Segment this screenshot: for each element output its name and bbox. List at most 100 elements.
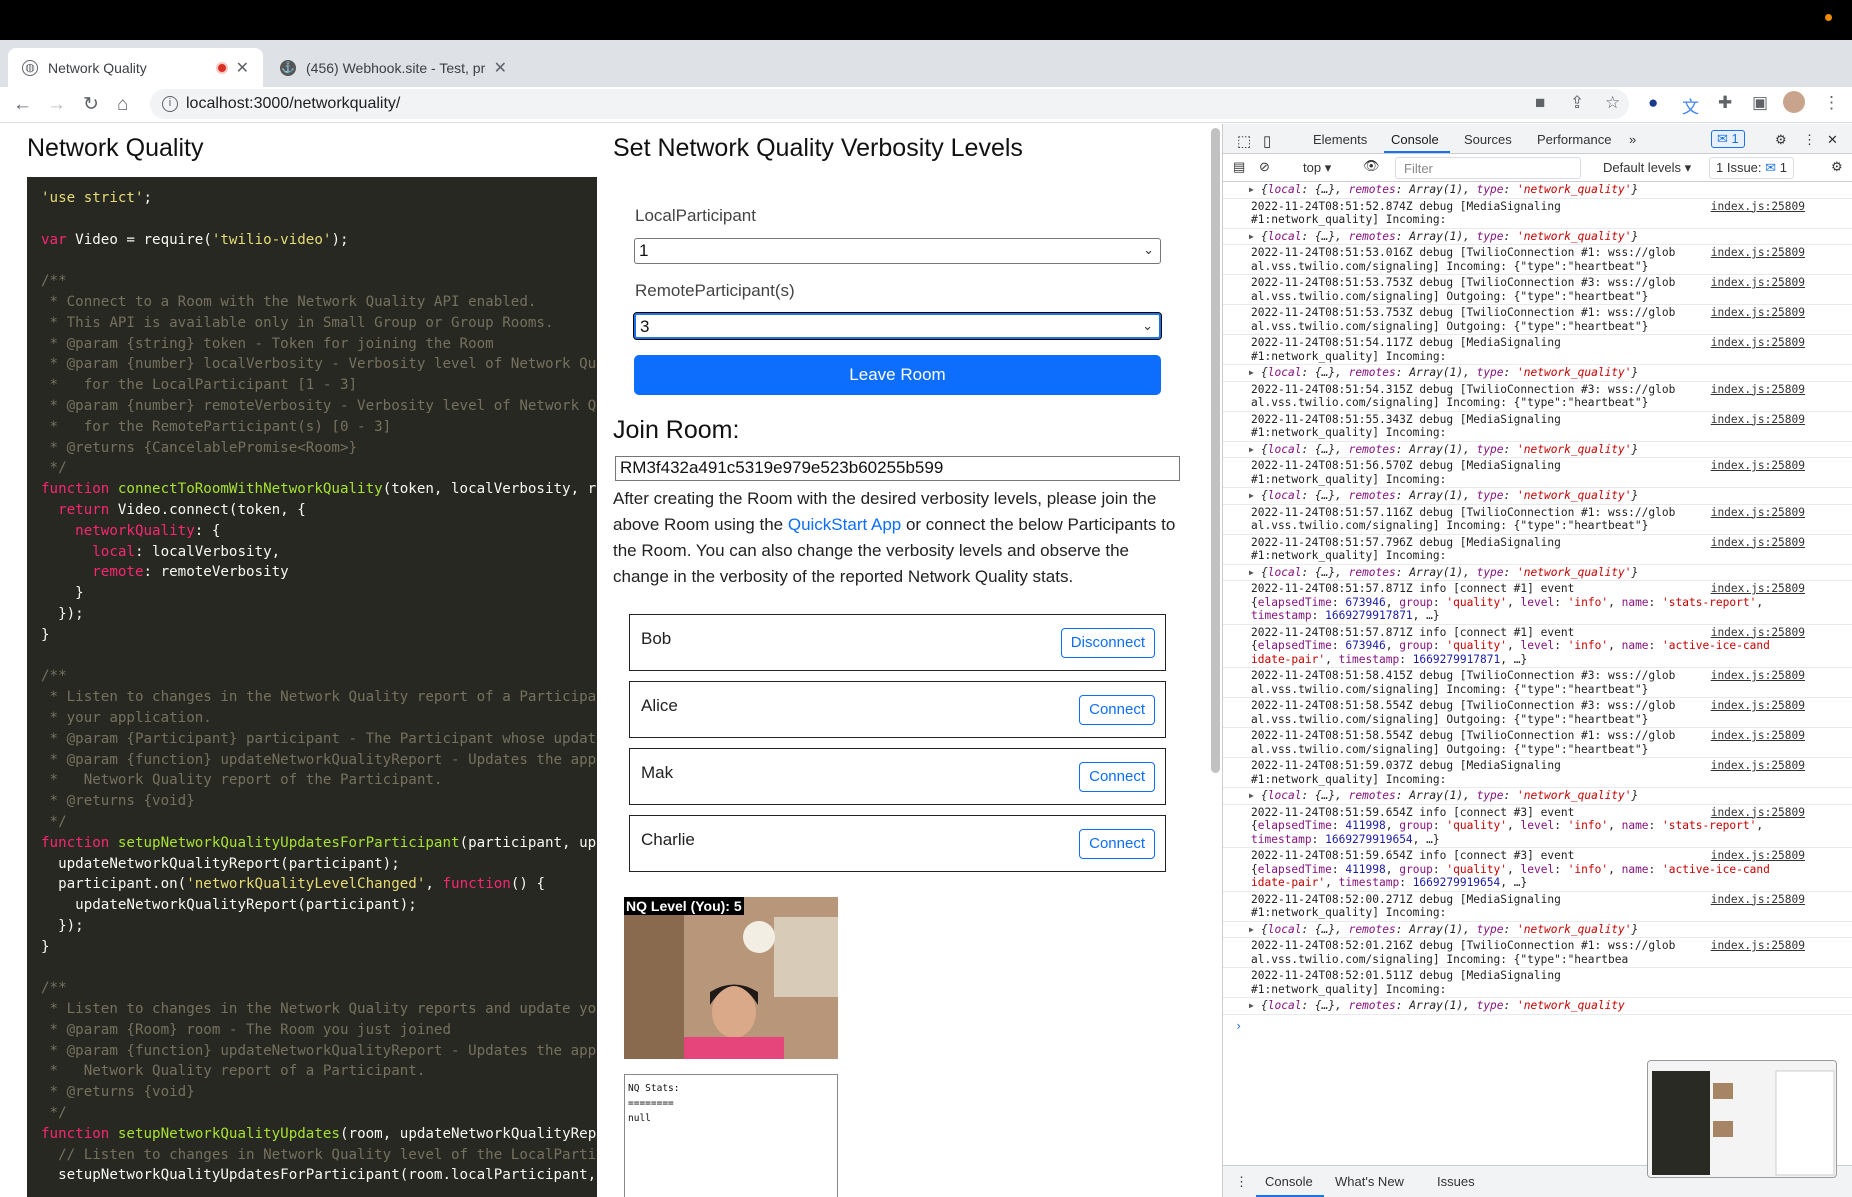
console-prompt-icon[interactable]: › — [1223, 1015, 1852, 1037]
context-select[interactable]: top ▾ — [1303, 160, 1331, 176]
source-link[interactable]: index.js:25809 — [1711, 413, 1805, 427]
screenshot-thumbnail[interactable] — [1647, 1060, 1837, 1178]
console-entry[interactable]: 2022-11-24T08:51:54.117Z debug [MediaSig… — [1223, 335, 1852, 365]
drawer-tab-console[interactable]: Console — [1265, 1174, 1313, 1189]
source-link[interactable]: index.js:25809 — [1711, 306, 1805, 320]
console-entry[interactable]: 2022-11-24T08:51:53.753Z debug [TwilioCo… — [1223, 275, 1852, 305]
console-entry[interactable]: ▶ {local: {…}, remotes: Array(1), type: '… — [1223, 442, 1852, 458]
source-link[interactable]: index.js:25809 — [1711, 276, 1805, 290]
kebab-menu-icon[interactable]: ⋮ — [1803, 132, 1816, 148]
console-entry[interactable]: ▶ {local: {…}, remotes: Array(1), type: '… — [1223, 998, 1852, 1015]
inspect-icon[interactable]: ⬚ — [1237, 132, 1251, 150]
connect-button[interactable]: Connect — [1079, 695, 1155, 725]
drawer-tab-whats-new[interactable]: What's New — [1335, 1174, 1404, 1189]
camera-icon[interactable]: ■ — [1535, 93, 1545, 113]
avatar[interactable] — [1783, 91, 1805, 113]
forward-icon[interactable]: → — [47, 93, 66, 117]
source-link[interactable]: index.js:25809 — [1711, 626, 1805, 640]
local-verbosity-select[interactable]: 1 ⌄ — [634, 238, 1161, 264]
connect-button[interactable]: Connect — [1079, 762, 1155, 792]
filter-input[interactable]: Filter — [1395, 157, 1581, 179]
expand-arrow-icon[interactable]: ▶ — [1249, 789, 1254, 803]
source-link[interactable]: index.js:25809 — [1711, 506, 1805, 520]
tab-network-quality[interactable]: ◍ Network Quality ✕ — [8, 48, 263, 87]
source-link[interactable]: index.js:25809 — [1711, 939, 1805, 953]
issues-button[interactable]: 1 Issue: ✉ 1 — [1709, 157, 1794, 179]
console-entry[interactable]: 2022-11-24T08:51:59.654Z info [connect #… — [1223, 805, 1852, 848]
expand-arrow-icon[interactable]: ▶ — [1249, 489, 1254, 503]
console-entry[interactable]: 2022-11-24T08:51:52.874Z debug [MediaSig… — [1223, 199, 1852, 229]
console-entry[interactable]: 2022-11-24T08:51:58.554Z debug [TwilioCo… — [1223, 698, 1852, 728]
console-entry[interactable]: 2022-11-24T08:51:58.415Z debug [TwilioCo… — [1223, 668, 1852, 698]
console-entry[interactable]: 2022-11-24T08:51:57.871Z info [connect #… — [1223, 581, 1852, 625]
expand-arrow-icon[interactable]: ▶ — [1249, 999, 1254, 1013]
expand-arrow-icon[interactable]: ▶ — [1249, 566, 1254, 580]
leave-room-button[interactable]: Leave Room — [634, 355, 1161, 395]
page-scrollbar[interactable] — [1211, 128, 1220, 773]
console-entry[interactable]: ▶ {local: {…}, remotes: Array(1), type: '… — [1223, 922, 1852, 938]
close-tab-icon[interactable]: ✕ — [236, 58, 249, 78]
close-tab-icon[interactable]: ✕ — [494, 58, 507, 78]
close-devtools-icon[interactable]: ✕ — [1827, 132, 1838, 148]
expand-arrow-icon[interactable]: ▶ — [1249, 183, 1254, 197]
clear-console-icon[interactable]: ⊘ — [1259, 159, 1270, 175]
source-link[interactable]: index.js:25809 — [1711, 806, 1805, 820]
console-entry[interactable]: 2022-11-24T08:51:57.116Z debug [TwilioCo… — [1223, 505, 1852, 535]
expand-arrow-icon[interactable]: ▶ — [1249, 230, 1254, 244]
sidepanel-icon[interactable]: ▣ — [1752, 93, 1768, 113]
settings-icon[interactable]: ⚙ — [1775, 132, 1787, 148]
share-icon[interactable]: ⇪ — [1570, 93, 1584, 113]
console-entry[interactable]: ▶ {local: {…}, remotes: Array(1), type: '… — [1223, 229, 1852, 245]
tab-sources[interactable]: Sources — [1464, 132, 1512, 147]
console-entry[interactable]: 2022-11-24T08:51:56.570Z debug [MediaSig… — [1223, 458, 1852, 488]
console-entry[interactable]: 2022-11-24T08:51:53.753Z debug [TwilioCo… — [1223, 305, 1852, 335]
device-toolbar-icon[interactable]: ▯ — [1263, 132, 1271, 150]
source-link[interactable]: index.js:25809 — [1711, 336, 1805, 350]
console-entry[interactable]: ▶ {local: {…}, remotes: Array(1), type: '… — [1223, 788, 1852, 805]
disconnect-button[interactable]: Disconnect — [1060, 628, 1155, 658]
source-link[interactable]: index.js:25809 — [1711, 582, 1805, 596]
quickstart-link[interactable]: QuickStart App — [788, 515, 901, 534]
translate-icon[interactable]: 文 — [1682, 93, 1699, 118]
console-entry[interactable]: ▶ {local: {…}, remotes: Array(1), type: '… — [1223, 182, 1852, 199]
home-icon[interactable]: ⌂ — [117, 93, 128, 117]
message-badge[interactable]: ✉ 1 — [1711, 130, 1745, 148]
remote-verbosity-select[interactable]: 3 ⌄ — [633, 312, 1162, 340]
source-link[interactable]: index.js:25809 — [1711, 200, 1805, 214]
console-entry[interactable]: 2022-11-24T08:52:00.271Z debug [MediaSig… — [1223, 892, 1852, 922]
console-entry[interactable]: ▶ {local: {…}, remotes: Array(1), type: '… — [1223, 365, 1852, 382]
eye-icon[interactable]: 👁 — [1363, 158, 1380, 174]
console-entry[interactable]: 2022-11-24T08:51:57.796Z debug [MediaSig… — [1223, 535, 1852, 565]
room-name-input[interactable]: RM3f432a491c5319e979e523b60255b599 — [615, 456, 1180, 481]
sidebar-toggle-icon[interactable]: ▤ — [1233, 159, 1245, 175]
bookmark-star-icon[interactable]: ☆ — [1605, 93, 1620, 113]
console-entry[interactable]: 2022-11-24T08:51:59.037Z debug [MediaSig… — [1223, 758, 1852, 788]
source-link[interactable]: index.js:25809 — [1711, 699, 1805, 713]
info-icon[interactable]: i — [162, 96, 178, 112]
console-entry[interactable]: 2022-11-24T08:51:54.315Z debug [TwilioCo… — [1223, 382, 1852, 412]
expand-arrow-icon[interactable]: ▶ — [1249, 923, 1254, 937]
tab-webhook[interactable]: ⚓ (456) Webhook.site - Test, pro ✕ — [266, 48, 521, 87]
drawer-menu-icon[interactable]: ⋮ — [1235, 1174, 1248, 1190]
source-link[interactable]: index.js:25809 — [1711, 729, 1805, 743]
expand-arrow-icon[interactable]: ▶ — [1249, 366, 1254, 380]
source-link[interactable]: index.js:25809 — [1711, 459, 1805, 473]
tab-performance[interactable]: Performance — [1537, 132, 1611, 147]
console-entry[interactable]: 2022-11-24T08:51:59.654Z info [connect #… — [1223, 848, 1852, 892]
console-entry[interactable]: 2022-11-24T08:52:01.216Z debug [TwilioCo… — [1223, 938, 1852, 968]
back-icon[interactable]: ← — [13, 93, 32, 117]
console-entry[interactable]: 2022-11-24T08:52:01.511Z debug [MediaSig… — [1223, 968, 1852, 998]
source-link[interactable]: index.js:25809 — [1711, 893, 1805, 907]
source-link[interactable]: index.js:25809 — [1711, 536, 1805, 550]
source-link[interactable]: index.js:25809 — [1711, 669, 1805, 683]
log-levels-select[interactable]: Default levels ▾ — [1603, 160, 1691, 176]
console-settings-icon[interactable]: ⚙ — [1831, 159, 1843, 175]
console-entry[interactable]: ▶ {local: {…}, remotes: Array(1), type: '… — [1223, 488, 1852, 505]
source-link[interactable]: index.js:25809 — [1711, 246, 1805, 260]
source-link[interactable]: index.js:25809 — [1711, 849, 1805, 863]
puzzle-extensions-icon[interactable]: ✚ — [1718, 93, 1732, 113]
connect-button[interactable]: Connect — [1079, 829, 1155, 859]
omnibox[interactable]: i localhost:3000/networkquality/ — [150, 89, 1629, 119]
expand-arrow-icon[interactable]: ▶ — [1249, 443, 1254, 457]
console-entry[interactable]: 2022-11-24T08:51:55.343Z debug [MediaSig… — [1223, 412, 1852, 442]
